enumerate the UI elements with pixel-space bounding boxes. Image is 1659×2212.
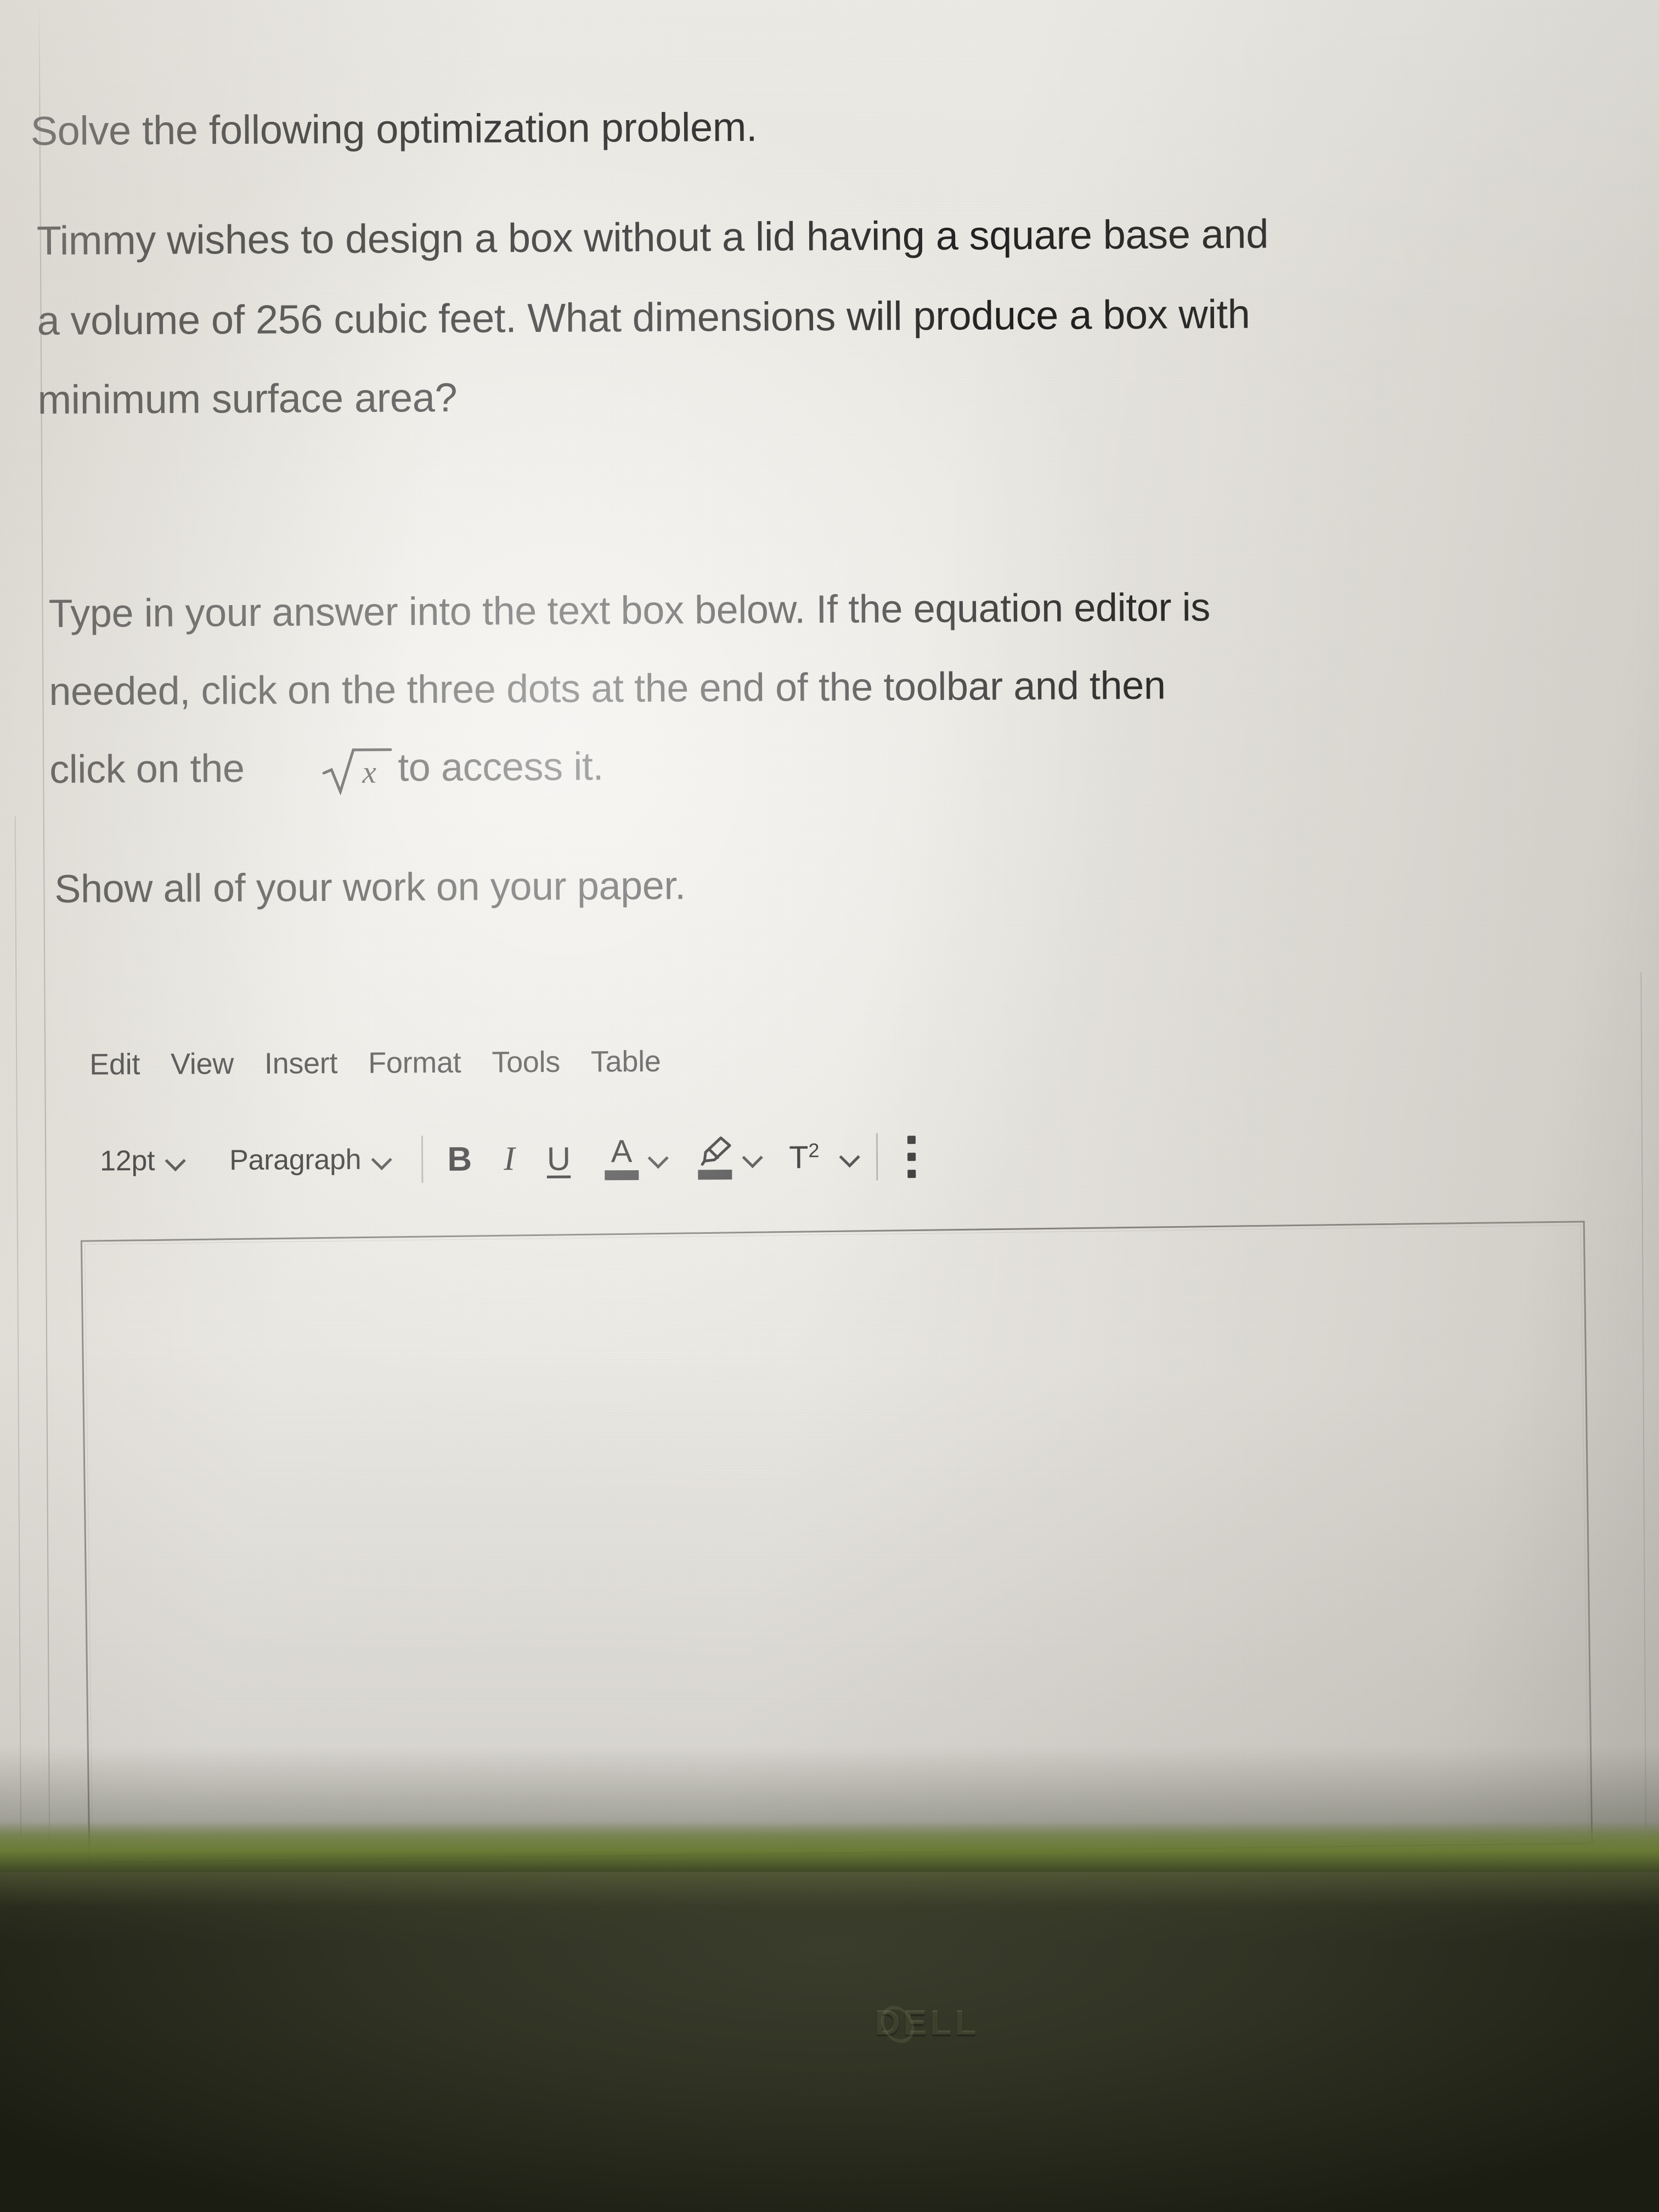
directions-line-2: needed, click on the three dots at the e… [49,663,1166,714]
menu-item-table[interactable]: Table [591,1045,661,1079]
kebab-dot [907,1169,916,1178]
superscript-button[interactable]: T2 [789,1138,860,1176]
dell-brand-logo: DELL [874,2003,980,2042]
monitor-screen: Solve the following optimization problem… [0,0,1659,1872]
chevron-down-icon[interactable] [839,1147,860,1167]
svg-text:x: x [362,754,376,790]
square-root-math-icon: x [321,744,394,795]
toolbar-divider [421,1136,424,1183]
problem-statement-line-2: a volume of 256 cubic feet. What dimensi… [37,291,1250,344]
page-edge-line-right [1640,972,1647,1828]
problem-statement-line-3: minimum surface area? [37,374,458,423]
highlight-color-button[interactable] [697,1136,763,1180]
screenshot-root: Solve the following optimization problem… [0,0,1659,2212]
monitor-bezel [0,1872,1659,2212]
chevron-down-icon[interactable] [742,1147,763,1168]
font-size-dropdown[interactable]: 12pt [100,1144,185,1178]
block-format-dropdown[interactable]: Paragraph [229,1143,392,1177]
more-options-button[interactable] [907,1135,916,1178]
directions-line-3-suffix: to access it. [397,744,604,790]
menu-item-tools[interactable]: Tools [492,1045,560,1080]
show-work-note: Show all of your work on your paper. [54,864,686,911]
directions-line-1: Type in your answer into the text box be… [48,585,1211,636]
page-edge-line-left [38,4,50,1872]
page-edge-line-left-2 [14,816,22,1837]
editor-toolbar: 12pt Paragraph B I U A T 2 [100,1126,916,1191]
superscript-base: T [788,1139,809,1175]
menu-item-format[interactable]: Format [368,1046,461,1080]
font-size-value: 12pt [100,1144,155,1177]
problem-statement-line-1: Timmy wishes to design a box without a l… [36,211,1269,264]
editor-menubar: Edit View Insert Format Tools Table [89,1045,661,1082]
text-color-button[interactable]: A [605,1133,668,1180]
chevron-down-icon [165,1150,185,1171]
directions-line-3-prefix: click on the [49,746,245,792]
underline-button[interactable]: U [547,1139,571,1177]
highlight-swatch [698,1170,732,1180]
text-color-letter: A [611,1133,633,1170]
superscript-icon: T2 [789,1139,820,1176]
menu-item-insert[interactable]: Insert [264,1046,338,1081]
chevron-down-icon [371,1149,392,1170]
chevron-down-icon[interactable] [647,1148,668,1169]
block-format-value: Paragraph [229,1143,362,1177]
superscript-exponent: 2 [808,1138,820,1161]
highlighter-icon [697,1136,733,1180]
text-color-icon: A [605,1133,639,1180]
italic-button[interactable]: I [504,1139,515,1178]
kebab-dot [907,1135,916,1144]
text-color-swatch [605,1170,639,1180]
answer-textbox-inner-border [84,1224,1589,1860]
bezel-top-glow [0,1872,1659,1943]
menu-item-view[interactable]: View [171,1047,234,1081]
bold-button[interactable]: B [447,1139,472,1178]
kebab-dot [907,1152,916,1161]
question-instruction: Solve the following optimization problem… [30,104,758,154]
menu-item-edit[interactable]: Edit [89,1047,140,1082]
toolbar-divider [876,1133,878,1181]
answer-textbox[interactable] [80,1221,1593,1864]
